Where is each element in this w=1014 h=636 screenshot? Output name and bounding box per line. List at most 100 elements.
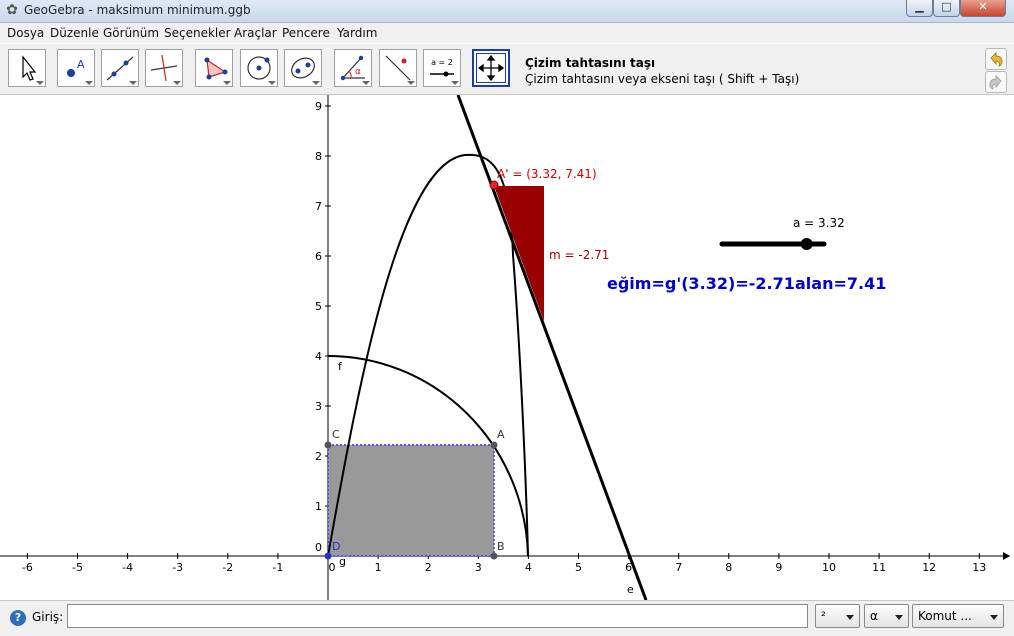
curve-g-label: g bbox=[339, 555, 346, 568]
y-tick-label: 9 bbox=[315, 100, 322, 113]
maximize-icon: □ bbox=[941, 0, 952, 13]
move-graphics-view-icon bbox=[477, 54, 505, 82]
y-tick-label: 3 bbox=[315, 400, 322, 413]
superscript-dropdown[interactable]: ² bbox=[815, 604, 860, 628]
y-tick-label: 6 bbox=[315, 250, 322, 263]
svg-text:α: α bbox=[355, 67, 361, 77]
x-tick-label: -2 bbox=[222, 561, 233, 574]
tangent-e-label: e bbox=[627, 583, 634, 596]
reflect-tool-icon bbox=[385, 55, 411, 81]
point-a-prime[interactable] bbox=[489, 180, 499, 190]
line-tool-button[interactable] bbox=[101, 49, 139, 87]
angle-tool-icon: α bbox=[340, 55, 365, 81]
toolbar: A α a = 2 Çizim tahtasını taşı Çizim tah… bbox=[0, 44, 1014, 95]
menu-secenekler[interactable]: Seçenekler bbox=[164, 26, 231, 40]
point-a-label: A bbox=[497, 428, 505, 441]
chevron-down-icon bbox=[846, 615, 854, 620]
chevron-down-icon bbox=[990, 615, 998, 620]
x-tick-label: -3 bbox=[172, 561, 183, 574]
slider-label: a = 3.32 bbox=[793, 216, 845, 230]
x-tick-label: 13 bbox=[972, 561, 986, 574]
menu-bar: Dosya Düzenle Görünüm Seçenekler Araçlar… bbox=[0, 23, 1014, 43]
maximize-button[interactable]: □ bbox=[933, 0, 960, 17]
x-axis-arrow bbox=[1003, 552, 1010, 560]
x-tick-label: 11 bbox=[872, 561, 886, 574]
x-tick-label: -5 bbox=[72, 561, 83, 574]
y-tick-label: 1 bbox=[315, 500, 322, 513]
x-tick-label: 3 bbox=[475, 561, 482, 574]
move-tool-icon bbox=[22, 55, 37, 81]
title-bar: ✿ GeoGebra - maksimum minimum.ggb ▁ □ ✕ bbox=[0, 0, 1014, 23]
y-tick-label: 4 bbox=[315, 350, 322, 363]
x-tick-label: 0 bbox=[329, 561, 336, 574]
point-a-prime-label: A' = (3.32, 7.41) bbox=[497, 167, 597, 181]
menu-araclar[interactable]: Araçlar bbox=[234, 26, 277, 40]
point-a[interactable] bbox=[490, 441, 498, 449]
point-b[interactable] bbox=[490, 552, 498, 560]
graphics-view[interactable]: -6 -5 -4 -3 -2 -1 0 1 2 3 4 5 6 7 8 9 10 11 12 13 123456789… bbox=[0, 95, 1014, 600]
line-tool-icon bbox=[106, 56, 134, 81]
y-tick-label: 2 bbox=[315, 450, 322, 463]
x-tick-label: -4 bbox=[122, 561, 133, 574]
input-bar: ? Giriş: ² α Komut ... bbox=[0, 600, 1014, 636]
curve-f-label: f bbox=[338, 360, 343, 373]
x-tick-label: 5 bbox=[575, 561, 582, 574]
menu-gorunum[interactable]: Görünüm bbox=[103, 26, 159, 40]
input-field[interactable] bbox=[67, 604, 808, 628]
x-tick-label: 1 bbox=[375, 561, 382, 574]
command-value: Komut ... bbox=[918, 609, 972, 623]
geogebra-logo-icon: ✿ bbox=[6, 2, 18, 18]
polygon-tool-button[interactable] bbox=[195, 49, 233, 87]
superscript-value: ² bbox=[821, 609, 826, 623]
slope-triangle bbox=[494, 186, 544, 321]
close-button[interactable]: ✕ bbox=[960, 0, 1006, 17]
slope-text: eğim=g'(3.32)=-2.71 bbox=[607, 274, 795, 293]
point-c[interactable] bbox=[324, 441, 332, 449]
close-icon: ✕ bbox=[978, 0, 988, 13]
x-tick-label: 7 bbox=[675, 561, 682, 574]
svg-text:A: A bbox=[77, 58, 85, 71]
perpendicular-line-tool-button[interactable] bbox=[145, 49, 183, 87]
reflect-tool-button[interactable] bbox=[379, 49, 417, 87]
help-icon[interactable]: ? bbox=[10, 610, 26, 626]
rectangle-abcd[interactable] bbox=[327, 444, 495, 557]
point-c-label: C bbox=[332, 428, 340, 441]
slider-tool-label: a = 2 bbox=[431, 58, 453, 67]
move-tool-button[interactable] bbox=[8, 49, 46, 87]
conic-tool-button[interactable] bbox=[284, 49, 322, 87]
x-tick-label: 12 bbox=[922, 561, 936, 574]
command-dropdown[interactable]: Komut ... bbox=[912, 604, 1004, 628]
chevron-down-icon bbox=[895, 615, 903, 620]
slider-knob[interactable] bbox=[800, 238, 813, 250]
menu-dosya[interactable]: Dosya bbox=[7, 26, 44, 40]
y-tick-label: 5 bbox=[315, 300, 322, 313]
slope-label: m = -2.71 bbox=[549, 248, 609, 262]
minimize-icon: ▁ bbox=[915, 0, 924, 13]
move-graphics-view-button[interactable] bbox=[472, 49, 510, 87]
x-tick-label: -6 bbox=[22, 561, 33, 574]
selected-tool-help: Çizim tahtasını veya ekseni taşı ( Shift… bbox=[525, 72, 800, 86]
input-label: Giriş: bbox=[32, 610, 64, 624]
undo-icon bbox=[990, 52, 1003, 67]
x-tick-label: 9 bbox=[775, 561, 782, 574]
slider-tool-button[interactable]: a = 2 bbox=[423, 49, 461, 87]
perpendicular-line-tool-icon bbox=[150, 54, 178, 82]
x-tick-label: 4 bbox=[525, 561, 532, 574]
greek-dropdown[interactable]: α bbox=[864, 604, 909, 628]
circle-tool-icon bbox=[247, 56, 271, 80]
slider-tool-icon: a = 2 bbox=[430, 58, 454, 77]
minimize-button[interactable]: ▁ bbox=[906, 0, 933, 17]
redo-button[interactable] bbox=[985, 71, 1007, 93]
menu-yardim[interactable]: Yardım bbox=[337, 26, 377, 40]
menu-duzenle[interactable]: Düzenle bbox=[50, 26, 99, 40]
circle-tool-button[interactable] bbox=[240, 49, 278, 87]
menu-pencere[interactable]: Pencere bbox=[282, 26, 330, 40]
undo-button[interactable] bbox=[985, 48, 1007, 70]
point-tool-button[interactable]: A bbox=[57, 49, 95, 87]
angle-tool-button[interactable]: α bbox=[334, 49, 372, 87]
x-tick-label: 8 bbox=[725, 561, 732, 574]
area-text: alan=7.41 bbox=[795, 274, 886, 293]
point-b-label: B bbox=[497, 540, 505, 553]
point-d[interactable] bbox=[324, 552, 332, 560]
y-tick-label: 8 bbox=[315, 150, 322, 163]
